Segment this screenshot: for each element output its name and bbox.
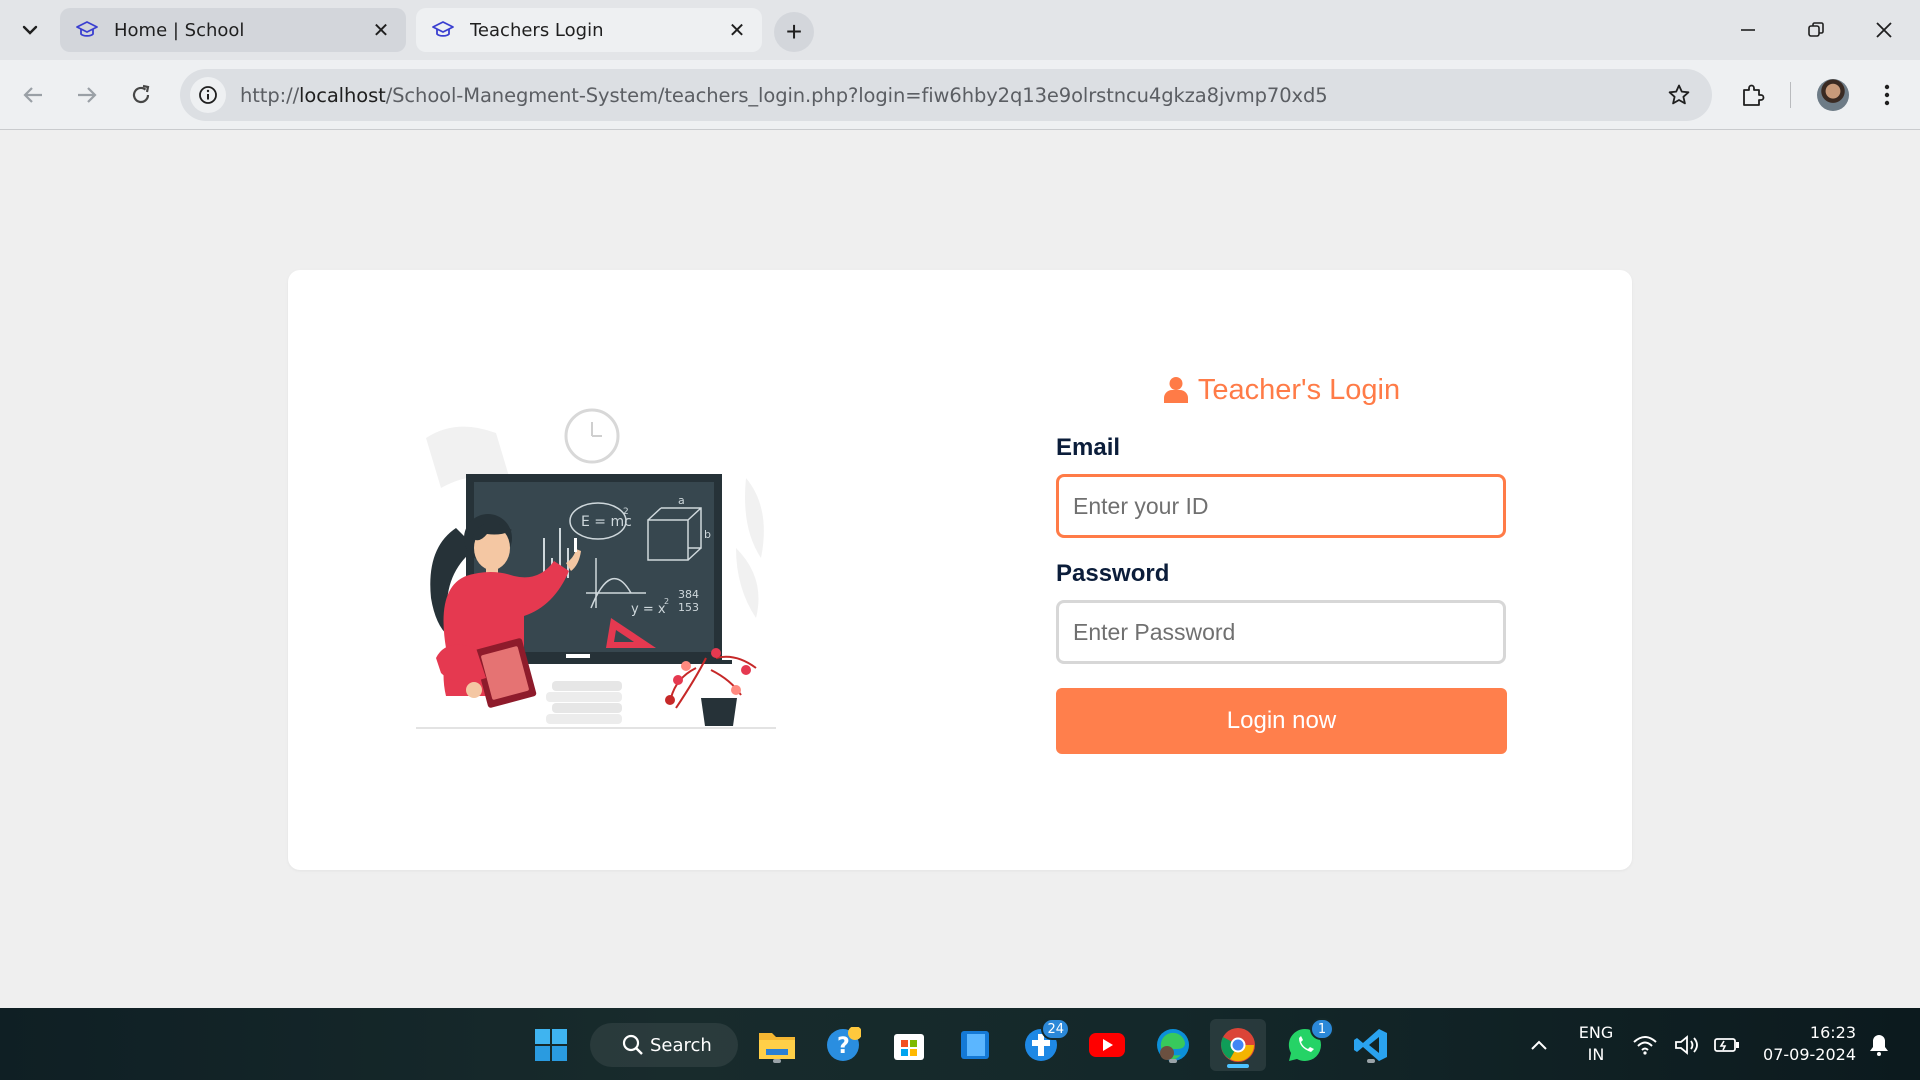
plant-pot <box>701 698 737 726</box>
close-window-button[interactable] <box>1864 10 1904 50</box>
chrome-icon[interactable] <box>1210 1019 1266 1071</box>
password-label: Password <box>1056 560 1170 587</box>
toolbar-divider <box>1790 82 1791 108</box>
password-field[interactable] <box>1056 600 1506 664</box>
lang-top: ENG <box>1578 1023 1614 1042</box>
svg-text:a: a <box>678 494 685 507</box>
edge-icon[interactable] <box>1152 1024 1194 1066</box>
svg-text:2: 2 <box>623 507 629 517</box>
running-indicator <box>1367 1059 1375 1063</box>
tab-list-button[interactable] <box>14 14 46 46</box>
wifi-icon[interactable] <box>1630 1024 1660 1066</box>
volume-icon[interactable] <box>1672 1024 1702 1066</box>
new-tab-button[interactable]: + <box>774 12 814 52</box>
teacher-login-form: Teacher's Login Email Password Login now <box>1056 370 1508 754</box>
time-text: 16:23 <box>1809 1023 1856 1042</box>
user-icon <box>1163 377 1188 403</box>
puzzle-icon <box>1743 84 1765 106</box>
graduation-cap-icon <box>74 17 100 43</box>
language-indicator[interactable]: ENG IN <box>1572 1022 1620 1066</box>
vscode-icon[interactable] <box>1350 1024 1392 1066</box>
close-icon[interactable]: ✕ <box>726 18 748 42</box>
form-heading: Teacher's Login <box>1056 370 1508 410</box>
date-text: 07-09-2024 <box>1763 1045 1856 1064</box>
form-title-text: Teacher's Login <box>1197 373 1401 406</box>
close-icon <box>1876 22 1892 38</box>
url-text[interactable]: http://localhost/School-Manegment-System… <box>240 84 1658 107</box>
file-explorer-icon[interactable] <box>756 1024 798 1066</box>
forward-button[interactable] <box>66 74 108 116</box>
lang-bottom: IN <box>1587 1045 1605 1064</box>
email-label: Email <box>1056 434 1121 461</box>
svg-text:384: 384 <box>678 588 699 601</box>
plus-icon: + <box>785 16 803 47</box>
tab-home-school[interactable]: Home | School ✕ <box>60 8 406 52</box>
url-path: /School-Manegment-System/teachers_login.… <box>385 83 1328 107</box>
whatsapp-icon[interactable]: 1 <box>1284 1018 1334 1066</box>
running-indicator <box>773 1059 781 1063</box>
bookmark-star-icon[interactable] <box>1658 74 1700 116</box>
help-icon[interactable]: ? <box>822 1024 864 1066</box>
svg-text:?: ? <box>837 1034 850 1059</box>
browser-toolbar: http://localhost/School-Manegment-System… <box>0 60 1920 130</box>
battery-icon[interactable] <box>1712 1024 1742 1066</box>
page-viewport: E = mc 2 a b y = x 2 384 153 Teacher's L… <box>0 131 1920 1008</box>
notification-badge: 1 <box>1310 1018 1334 1040</box>
svg-text:153: 153 <box>678 601 699 614</box>
site-info-icon[interactable] <box>190 77 226 113</box>
windows-taskbar: Search ? 24 1 ENG IN 16:23 07-09-2024 <box>0 1008 1920 1080</box>
login-button[interactable]: Login now <box>1056 688 1507 754</box>
running-indicator <box>1169 1059 1177 1063</box>
email-field[interactable] <box>1056 474 1506 538</box>
reload-icon <box>132 84 150 104</box>
svg-text:y = x: y = x <box>631 602 666 617</box>
chevron-down-icon <box>22 25 38 35</box>
url-prefix: http:// <box>240 83 300 107</box>
restore-button[interactable] <box>1796 10 1836 50</box>
profile-button[interactable] <box>1812 74 1854 116</box>
extensions-button[interactable] <box>1732 74 1774 116</box>
tab-teachers-login[interactable]: Teachers Login ✕ <box>416 8 762 52</box>
more-vert-icon <box>1884 84 1890 106</box>
youtube-icon[interactable] <box>1086 1024 1128 1066</box>
minimize-icon <box>1741 29 1755 31</box>
taskbar-search[interactable]: Search <box>590 1023 738 1067</box>
clock[interactable]: 16:23 07-09-2024 <box>1756 1022 1856 1066</box>
tab-title: Home | School <box>114 19 245 41</box>
search-label: Search <box>650 1034 712 1056</box>
back-button[interactable] <box>12 74 54 116</box>
teacher-illustration: E = mc 2 a b y = x 2 384 153 <box>416 408 776 729</box>
browser-tab-bar: Home | School ✕ Teachers Login ✕ + <box>0 0 1920 60</box>
url-host: localhost <box>299 83 386 107</box>
arrow-left-icon <box>23 87 42 103</box>
active-indicator <box>1227 1064 1249 1068</box>
minimize-button[interactable] <box>1728 10 1768 50</box>
graduation-cap-icon <box>430 17 456 43</box>
microsoft-store-icon[interactable] <box>888 1024 930 1066</box>
cross-app-icon[interactable]: 24 <box>1020 1018 1070 1066</box>
notification-badge: 24 <box>1041 1018 1070 1040</box>
reload-button[interactable] <box>120 74 162 116</box>
svg-text:b: b <box>704 528 711 541</box>
restore-icon <box>1808 22 1824 37</box>
close-icon[interactable]: ✕ <box>370 18 392 42</box>
arrow-right-icon <box>78 87 97 103</box>
avatar <box>1817 79 1849 111</box>
login-card: E = mc 2 a b y = x 2 384 153 Teacher's L… <box>288 270 1632 870</box>
notifications-icon[interactable] <box>1864 1024 1894 1066</box>
search-icon <box>622 1034 643 1055</box>
notes-icon[interactable] <box>954 1024 996 1066</box>
chevron-up-icon[interactable] <box>1518 1024 1560 1066</box>
tab-title: Teachers Login <box>470 19 604 41</box>
menu-button[interactable] <box>1866 74 1908 116</box>
svg-text:2: 2 <box>664 597 669 606</box>
address-bar[interactable]: http://localhost/School-Manegment-System… <box>180 69 1712 121</box>
windows-start-icon[interactable] <box>530 1024 572 1066</box>
